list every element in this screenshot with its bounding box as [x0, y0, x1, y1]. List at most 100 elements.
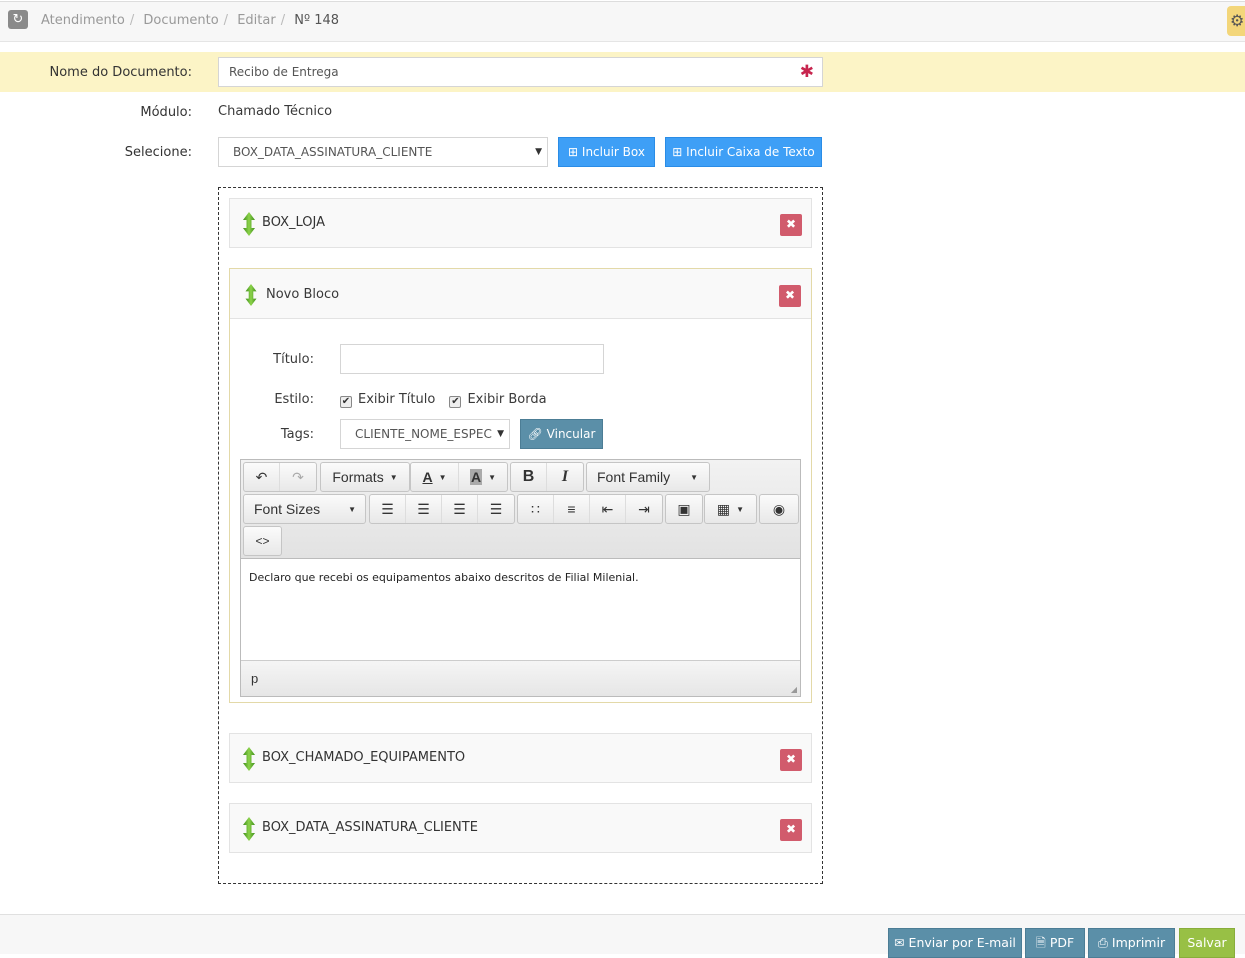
imprimir-label: Imprimir [1111, 935, 1166, 950]
box-item[interactable]: BOX_LOJA ✖ [229, 198, 812, 248]
box-title: BOX_CHAMADO_EQUIPAMENTO [262, 750, 466, 765]
font-sizes-label: Font Sizes [254, 501, 321, 517]
align-right-icon[interactable]: ☰ [442, 495, 478, 523]
font-family-label: Font Family [597, 469, 671, 485]
delete-box-button[interactable]: ✖ [780, 819, 802, 841]
numbered-list-icon[interactable]: ≡ [554, 495, 590, 523]
box-item[interactable]: BOX_DATA_ASSINATURA_CLIENTE ✖ [229, 803, 812, 853]
required-icon: ✱ [799, 62, 814, 82]
table-group: ▦ ▼ [704, 494, 757, 524]
envelope-icon: ✉ [894, 935, 905, 950]
estilo-label: Estilo: [274, 392, 314, 407]
breadcrumb-editar[interactable]: Editar [237, 13, 276, 28]
rich-text-editor: ↶ ↷ Formats ▼ A ▼ A ▼ B I Font Family ▼ Font… [240, 459, 801, 697]
align-justify-icon[interactable]: ☰ [478, 495, 514, 523]
align-group: ☰ ☰ ☰ ☰ [369, 494, 515, 524]
box-select[interactable]: BOX_DATA_ASSINATURA_CLIENTE ▼ [218, 137, 548, 167]
indent-icon[interactable]: ⇥ [626, 495, 662, 523]
tags-label: Tags: [280, 427, 314, 442]
nome-value: Recibo de Entrega [229, 65, 339, 79]
breadcrumb-atendimento[interactable]: Atendimento [41, 13, 125, 28]
font-sizes-group: Font Sizes ▼ [243, 494, 366, 524]
plus-icon: ⊞ [672, 145, 683, 159]
delete-box-button[interactable]: ✖ [780, 214, 802, 236]
text-color-icon[interactable]: A ▼ [411, 463, 459, 491]
align-center-icon[interactable]: ☰ [406, 495, 442, 523]
vincular-label: Vincular [546, 427, 596, 441]
estilo-options: ✔ Exibir Título ✔ Exibir Borda [340, 392, 547, 408]
table-icon[interactable]: ▦ ▼ [705, 495, 756, 523]
preview-eye-icon[interactable]: ◉ [760, 495, 798, 523]
print-icon: ⎙ [1097, 935, 1108, 950]
incluir-box-label: Incluir Box [581, 145, 645, 159]
font-family-group: Font Family ▼ [586, 462, 710, 492]
incluir-box-button[interactable]: ⊞ Incluir Box [558, 137, 655, 167]
link-icon: 🔗︎ [527, 427, 543, 441]
element-path[interactable]: p [251, 671, 258, 686]
delete-box-button[interactable]: ✖ [780, 749, 802, 771]
background-color-icon[interactable]: A ▼ [459, 463, 507, 491]
titulo-label: Título: [273, 352, 314, 367]
delete-box-button[interactable]: ✖ [779, 285, 801, 307]
formats-group: Formats ▼ [320, 462, 410, 492]
selecione-label: Selecione: [124, 145, 192, 160]
formats-dropdown[interactable]: Formats ▼ [321, 463, 409, 491]
breadcrumb: Atendimento / Documento / Editar / Nº 148 [41, 13, 340, 28]
bullet-list-icon[interactable]: ∷ [518, 495, 554, 523]
move-vertical-icon[interactable] [242, 212, 256, 236]
color-group: A ▼ A ▼ [410, 462, 508, 492]
tags-select[interactable]: CLIENTE_NOME_ESPEC ▼ [340, 419, 510, 449]
pdf-label: PDF [1049, 935, 1075, 950]
caret-down-icon: ▼ [535, 147, 542, 157]
caret-down-icon: ▼ [389, 472, 398, 482]
caret-down-icon: ▼ [494, 420, 504, 448]
incluir-caixa-texto-button[interactable]: ⊞ Incluir Caixa de Texto [665, 137, 822, 167]
exibir-borda-label: Exibir Borda [467, 392, 547, 407]
font-sizes-dropdown[interactable]: Font Sizes ▼ [244, 495, 365, 523]
formats-label: Formats [332, 469, 384, 485]
exibir-titulo-checkbox[interactable]: ✔ [340, 396, 352, 408]
style-group: B I [510, 462, 584, 492]
image-group: ▣ [665, 494, 703, 524]
nome-documento-input[interactable]: Recibo de Entrega ✱ [218, 57, 823, 87]
image-icon[interactable]: ▣ [666, 495, 702, 523]
breadcrumb-documento[interactable]: Documento [143, 13, 218, 28]
list-group: ∷ ≡ ⇤ ⇥ [517, 494, 663, 524]
caret-down-icon: ▼ [348, 504, 357, 514]
vincular-button[interactable]: 🔗︎ Vincular [520, 419, 603, 449]
editor-statusbar: p ◢ [241, 660, 800, 696]
italic-icon[interactable]: I [547, 463, 583, 491]
outdent-icon[interactable]: ⇤ [590, 495, 626, 523]
preview-group: ◉ [759, 494, 799, 524]
caret-down-icon: ▼ [488, 472, 497, 482]
box-title: BOX_LOJA [262, 215, 326, 230]
redo-icon[interactable]: ↷ [280, 463, 316, 491]
move-vertical-icon[interactable] [242, 817, 256, 841]
box-title: BOX_DATA_ASSINATURA_CLIENTE [262, 820, 478, 835]
move-vertical-icon[interactable] [242, 747, 256, 771]
code-group: <> [243, 526, 282, 556]
modulo-label: Módulo: [140, 105, 192, 120]
exibir-borda-checkbox[interactable]: ✔ [449, 396, 462, 408]
refresh-icon[interactable]: ↻ [8, 10, 28, 29]
box-item[interactable]: BOX_CHAMADO_EQUIPAMENTO ✖ [229, 733, 812, 783]
resize-handle-icon[interactable]: ◢ [791, 685, 797, 694]
box-select-value: BOX_DATA_ASSINATURA_CLIENTE [233, 145, 433, 159]
caret-down-icon: ▼ [438, 472, 447, 482]
editor-content[interactable]: Declaro que recebi os equipamentos abaix… [249, 571, 639, 584]
gear-icon[interactable]: ⚙ [1227, 6, 1245, 36]
titulo-input[interactable] [340, 344, 604, 374]
align-left-icon[interactable]: ☰ [370, 495, 406, 523]
pdf-file-icon: 🗎︎ [1035, 935, 1046, 950]
history-group: ↶ ↷ [243, 462, 317, 492]
undo-icon[interactable]: ↶ [244, 463, 280, 491]
source-code-icon[interactable]: <> [244, 527, 281, 555]
move-vertical-icon[interactable] [244, 284, 258, 306]
enviar-email-label: Enviar por E-mail [908, 935, 1016, 950]
nome-label: Nome do Documento: [49, 65, 193, 80]
font-family-dropdown[interactable]: Font Family ▼ [587, 463, 709, 491]
novo-bloco-header[interactable]: Novo Bloco ✖ [230, 269, 811, 319]
bold-icon[interactable]: B [511, 463, 547, 491]
caret-down-icon: ▼ [690, 472, 699, 482]
incluir-texto-label: Incluir Caixa de Texto [686, 145, 815, 159]
